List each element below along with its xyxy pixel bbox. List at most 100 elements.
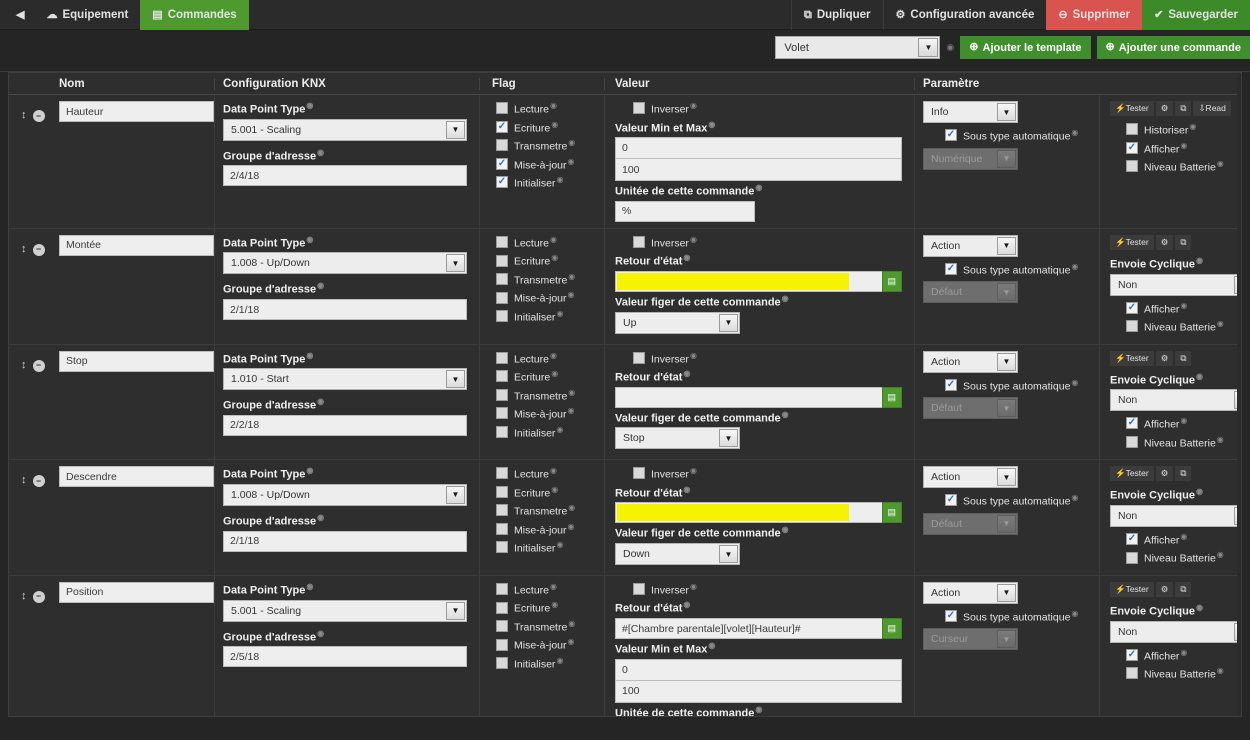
- help-icon[interactable]: ◉: [550, 466, 557, 475]
- inverser-checkbox[interactable]: [633, 467, 645, 480]
- flag-initialiser-checkbox[interactable]: ✓: [496, 176, 508, 189]
- help-icon[interactable]: ◉: [1071, 609, 1078, 618]
- copy-icon-button[interactable]: ⧉: [1175, 581, 1192, 597]
- help-icon[interactable]: ◉: [1071, 378, 1078, 387]
- help-icon[interactable]: ◉: [1196, 372, 1203, 381]
- inverser-checkbox[interactable]: [633, 236, 645, 249]
- help-icon[interactable]: ◉: [1217, 550, 1224, 559]
- groupe-adresse-input[interactable]: 2/2/18: [223, 414, 467, 436]
- help-icon[interactable]: ◉: [690, 582, 697, 591]
- remove-command-button[interactable]: −: [32, 475, 45, 488]
- unite-input[interactable]: %: [615, 200, 755, 222]
- retour-etat-input[interactable]: [615, 270, 882, 292]
- command-name-input[interactable]: Hauteur: [59, 101, 214, 122]
- help-icon[interactable]: ◉: [556, 175, 563, 184]
- help-icon[interactable]: ◉: [782, 294, 789, 303]
- help-icon[interactable]: ◉: [1217, 666, 1224, 675]
- niveau-batterie-checkbox[interactable]: [1126, 160, 1138, 173]
- flag-transmetre-checkbox[interactable]: [496, 388, 508, 401]
- remove-command-button[interactable]: −: [32, 110, 45, 122]
- help-icon[interactable]: ◉: [551, 120, 558, 129]
- gear-icon-button[interactable]: ⚙: [1155, 350, 1174, 366]
- valeur-figer-select[interactable]: Up ▼: [615, 311, 740, 334]
- tester-button[interactable]: ⚡Tester: [1110, 234, 1154, 250]
- help-icon[interactable]: ◉: [1180, 301, 1187, 310]
- help-icon[interactable]: ◉: [568, 406, 575, 415]
- afficher-checkbox[interactable]: ✓: [1126, 141, 1138, 154]
- valeur-figer-select[interactable]: Stop ▼: [615, 427, 740, 450]
- help-icon[interactable]: ◉: [755, 183, 762, 192]
- help-icon[interactable]: ◉: [690, 466, 697, 475]
- help-icon[interactable]: ◉: [1071, 493, 1078, 502]
- help-icon[interactable]: ◉: [690, 101, 697, 110]
- retour-etat-input[interactable]: [615, 502, 882, 524]
- help-icon[interactable]: ◉: [1180, 141, 1187, 150]
- tester-button[interactable]: ⚡Tester: [1110, 101, 1154, 117]
- help-icon[interactable]: ◉: [556, 540, 563, 549]
- flag-misejour-checkbox[interactable]: [496, 638, 508, 651]
- valeur-figer-select[interactable]: Down ▼: [615, 543, 740, 566]
- help-icon[interactable]: ◉: [708, 641, 715, 650]
- envoie-cyclique-select[interactable]: Non▼: [1110, 504, 1241, 527]
- flag-ecriture-checkbox[interactable]: [496, 601, 508, 614]
- help-icon[interactable]: ◉: [1180, 532, 1187, 541]
- flag-lecture-checkbox[interactable]: [496, 467, 508, 480]
- help-icon[interactable]: ◉: [1189, 122, 1196, 131]
- help-icon[interactable]: ◉: [568, 272, 575, 281]
- help-icon[interactable]: ◉: [551, 369, 558, 378]
- data-point-type-select[interactable]: 1.008 - Up/Down ▼: [223, 252, 467, 275]
- help-icon[interactable]: ◉: [683, 369, 690, 378]
- param-type-select[interactable]: Action ▼: [923, 350, 1018, 373]
- help-icon[interactable]: ◉: [306, 101, 313, 110]
- sauvegarder-button[interactable]: ✔ Sauvegarder: [1142, 0, 1250, 30]
- tester-button[interactable]: ⚡Tester: [1110, 581, 1154, 597]
- gear-icon-button[interactable]: ⚙: [1155, 581, 1174, 597]
- retour-etat-picker-button[interactable]: ▤: [881, 618, 902, 640]
- command-name-input[interactable]: Position: [59, 581, 214, 603]
- help-icon[interactable]: ◉: [568, 388, 575, 397]
- groupe-adresse-input[interactable]: 2/1/18: [223, 530, 467, 552]
- help-icon[interactable]: ◉: [317, 629, 324, 638]
- afficher-checkbox[interactable]: ✓: [1126, 417, 1138, 430]
- flag-initialiser-checkbox[interactable]: [496, 425, 508, 438]
- niveau-batterie-checkbox[interactable]: [1126, 667, 1138, 680]
- afficher-checkbox[interactable]: ✓: [1126, 533, 1138, 546]
- back-button[interactable]: ◀: [0, 0, 34, 30]
- flag-misejour-checkbox[interactable]: ✓: [496, 157, 508, 170]
- flag-initialiser-checkbox[interactable]: [496, 310, 508, 323]
- retour-etat-picker-button[interactable]: ▤: [881, 502, 902, 524]
- drag-handle-icon[interactable]: ↕: [21, 359, 27, 371]
- help-icon[interactable]: ◉: [568, 138, 575, 147]
- afficher-checkbox[interactable]: ✓: [1126, 648, 1138, 661]
- envoie-cyclique-select[interactable]: Non▼: [1110, 273, 1241, 296]
- drag-handle-icon[interactable]: ↕: [21, 110, 27, 121]
- flag-ecriture-checkbox[interactable]: [496, 254, 508, 267]
- command-name-input[interactable]: Descendre: [59, 466, 214, 488]
- ajouter-template-button[interactable]: ⊕ Ajouter le template: [960, 36, 1091, 59]
- flag-misejour-checkbox[interactable]: [496, 407, 508, 420]
- flag-misejour-checkbox[interactable]: [496, 291, 508, 304]
- niveau-batterie-checkbox[interactable]: [1126, 551, 1138, 564]
- data-point-type-select[interactable]: 1.008 - Up/Down ▼: [223, 483, 467, 506]
- remove-command-button[interactable]: −: [32, 590, 45, 603]
- help-icon[interactable]: ◉: [556, 425, 563, 434]
- help-icon[interactable]: ◉: [306, 351, 313, 360]
- envoie-cyclique-select[interactable]: Non▼: [1110, 620, 1241, 643]
- retour-etat-input[interactable]: #[Chambre parentale][volet][Hauteur]#: [615, 618, 882, 640]
- help-icon[interactable]: ◉: [1180, 416, 1187, 425]
- help-icon[interactable]: ◉: [550, 101, 557, 110]
- flag-ecriture-checkbox[interactable]: ✓: [496, 120, 508, 133]
- flag-ecriture-checkbox[interactable]: [496, 485, 508, 498]
- sous-type-auto-checkbox[interactable]: ✓: [945, 129, 957, 142]
- drag-handle-icon[interactable]: ↕: [21, 590, 27, 602]
- flag-ecriture-checkbox[interactable]: [496, 370, 508, 383]
- help-icon[interactable]: ◉: [946, 42, 954, 53]
- inverser-checkbox[interactable]: [633, 102, 645, 115]
- help-icon[interactable]: ◉: [1196, 256, 1203, 265]
- copy-icon-button[interactable]: ⧉: [1175, 101, 1192, 117]
- help-icon[interactable]: ◉: [306, 235, 313, 244]
- help-icon[interactable]: ◉: [568, 522, 575, 531]
- sous-type-auto-checkbox[interactable]: ✓: [945, 494, 957, 507]
- help-icon[interactable]: ◉: [317, 397, 324, 406]
- valeur-min-input[interactable]: 0: [615, 137, 902, 160]
